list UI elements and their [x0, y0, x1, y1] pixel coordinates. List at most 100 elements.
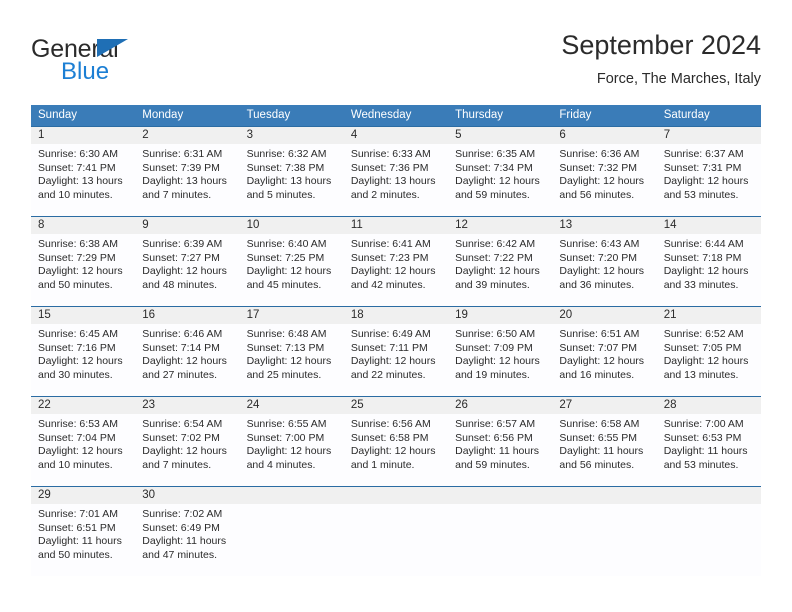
- day-number[interactable]: 13: [552, 217, 656, 234]
- day-cell[interactable]: Sunrise: 6:43 AM Sunset: 7:20 PM Dayligh…: [552, 234, 656, 306]
- day-cell[interactable]: Sunrise: 6:45 AM Sunset: 7:16 PM Dayligh…: [31, 324, 135, 396]
- sunrise-text: Sunrise: 6:58 AM: [559, 418, 640, 430]
- day-cell[interactable]: Sunrise: 6:40 AM Sunset: 7:25 PM Dayligh…: [240, 234, 344, 306]
- weekday-header-row: Sunday Monday Tuesday Wednesday Thursday…: [31, 105, 761, 126]
- day-number[interactable]: 11: [344, 217, 448, 234]
- daylight-text-line2: and 25 minutes.: [246, 368, 322, 381]
- day-cell[interactable]: Sunrise: 6:56 AM Sunset: 6:58 PM Dayligh…: [344, 414, 448, 486]
- day-number[interactable]: 29: [31, 487, 135, 504]
- day-number[interactable]: 2: [135, 127, 239, 144]
- day-number[interactable]: 17: [240, 307, 344, 324]
- day-number[interactable]: 18: [344, 307, 448, 324]
- week-date-band: 22 23 24 25 26 27 28: [31, 397, 761, 414]
- day-number[interactable]: 25: [344, 397, 448, 414]
- day-number[interactable]: 28: [657, 397, 761, 414]
- daylight-text-line2: and 27 minutes.: [142, 368, 217, 381]
- day-cell[interactable]: Sunrise: 6:30 AM Sunset: 7:41 PM Dayligh…: [31, 144, 135, 216]
- calendar-week-row: 29 30 Sunrise: 7:01 AM Sunset: 6:51 PM D…: [31, 486, 761, 576]
- day-cell[interactable]: Sunrise: 6:44 AM Sunset: 7:18 PM Dayligh…: [657, 234, 761, 306]
- day-number[interactable]: 16: [135, 307, 239, 324]
- day-number[interactable]: 4: [344, 127, 448, 144]
- day-cell[interactable]: Sunrise: 6:55 AM Sunset: 7:00 PM Dayligh…: [240, 414, 344, 486]
- day-cell[interactable]: Sunrise: 6:31 AM Sunset: 7:39 PM Dayligh…: [135, 144, 239, 216]
- day-cell[interactable]: Sunrise: 6:58 AM Sunset: 6:55 PM Dayligh…: [552, 414, 656, 486]
- day-cell[interactable]: Sunrise: 6:54 AM Sunset: 7:02 PM Dayligh…: [135, 414, 239, 486]
- daylight-text-line1: Daylight: 12 hours: [38, 265, 123, 278]
- daylight-text-line2: and 59 minutes.: [455, 458, 530, 471]
- logo-triangle-icon: [97, 39, 128, 57]
- daylight-text-line2: and 2 minutes.: [350, 188, 420, 201]
- day-cell[interactable]: Sunrise: 6:57 AM Sunset: 6:56 PM Dayligh…: [448, 414, 552, 486]
- sunset-text: Sunset: 7:23 PM: [350, 251, 429, 264]
- title-block: September 2024 Force, The Marches, Italy: [561, 28, 761, 90]
- day-cell[interactable]: Sunrise: 6:50 AM Sunset: 7:09 PM Dayligh…: [448, 324, 552, 396]
- sunset-text: Sunset: 7:22 PM: [455, 251, 533, 264]
- day-cell[interactable]: Sunrise: 6:38 AM Sunset: 7:29 PM Dayligh…: [31, 234, 135, 306]
- daylight-text-line2: and 19 minutes.: [455, 368, 530, 381]
- daylight-text-line1: Daylight: 12 hours: [38, 355, 123, 368]
- day-cell[interactable]: Sunrise: 6:42 AM Sunset: 7:22 PM Dayligh…: [448, 234, 552, 306]
- day-number[interactable]: 5: [448, 127, 552, 144]
- day-cell[interactable]: Sunrise: 6:37 AM Sunset: 7:31 PM Dayligh…: [657, 144, 761, 216]
- daylight-text-line1: Daylight: 12 hours: [246, 445, 332, 458]
- logo-text-blue: Blue: [61, 58, 110, 85]
- day-number[interactable]: 3: [240, 127, 344, 144]
- day-cell[interactable]: Sunrise: 6:39 AM Sunset: 7:27 PM Dayligh…: [135, 234, 239, 306]
- daylight-text-line2: and 33 minutes.: [663, 278, 739, 291]
- day-cell[interactable]: Sunrise: 6:36 AM Sunset: 7:32 PM Dayligh…: [552, 144, 656, 216]
- day-number[interactable]: 14: [657, 217, 761, 234]
- day-number[interactable]: 19: [448, 307, 552, 324]
- sunrise-text: Sunrise: 6:50 AM: [455, 328, 536, 340]
- day-number[interactable]: 26: [448, 397, 552, 414]
- day-number[interactable]: 23: [135, 397, 239, 414]
- day-cell[interactable]: Sunrise: 6:33 AM Sunset: 7:36 PM Dayligh…: [344, 144, 448, 216]
- sunrise-text: Sunrise: 6:33 AM: [350, 148, 431, 160]
- weekday-header-tuesday: Tuesday: [246, 109, 291, 121]
- calendar-week-row: 8 9 10 11 12 13 14 Sunrise: 6:38 AM Suns…: [31, 216, 761, 306]
- day-number[interactable]: 24: [240, 397, 344, 414]
- daylight-text-line2: and 56 minutes.: [559, 458, 635, 471]
- week-info-band: Sunrise: 6:38 AM Sunset: 7:29 PM Dayligh…: [31, 234, 761, 306]
- day-cell[interactable]: Sunrise: 7:00 AM Sunset: 6:53 PM Dayligh…: [657, 414, 761, 486]
- day-number[interactable]: 6: [552, 127, 656, 144]
- day-number[interactable]: 30: [135, 487, 239, 504]
- day-cell[interactable]: Sunrise: 6:49 AM Sunset: 7:11 PM Dayligh…: [344, 324, 448, 396]
- sunset-text: Sunset: 7:20 PM: [559, 251, 638, 264]
- daylight-text-line1: Daylight: 13 hours: [350, 175, 436, 188]
- daylight-text-line1: Daylight: 12 hours: [142, 265, 227, 278]
- day-number[interactable]: 15: [31, 307, 135, 324]
- day-number[interactable]: 9: [135, 217, 239, 234]
- sunset-text: Sunset: 7:38 PM: [246, 161, 325, 174]
- day-cell[interactable]: Sunrise: 6:48 AM Sunset: 7:13 PM Dayligh…: [240, 324, 344, 396]
- sunset-text: Sunset: 7:34 PM: [455, 161, 533, 174]
- day-cell[interactable]: Sunrise: 6:35 AM Sunset: 7:34 PM Dayligh…: [448, 144, 552, 216]
- day-number[interactable]: 22: [31, 397, 135, 414]
- day-cell[interactable]: Sunrise: 6:32 AM Sunset: 7:38 PM Dayligh…: [240, 144, 344, 216]
- day-number[interactable]: 7: [657, 127, 761, 144]
- sunrise-text: Sunrise: 6:38 AM: [38, 238, 118, 250]
- general-blue-logo[interactable]: General Blue: [31, 36, 221, 94]
- sunrise-text: Sunrise: 6:46 AM: [142, 328, 223, 340]
- day-number-empty: [657, 487, 761, 504]
- sunrise-text: Sunrise: 6:42 AM: [455, 238, 536, 250]
- day-cell[interactable]: Sunrise: 6:53 AM Sunset: 7:04 PM Dayligh…: [31, 414, 135, 486]
- page-header: General Blue September 2024 Force, The M…: [31, 28, 761, 98]
- day-number[interactable]: 20: [552, 307, 656, 324]
- day-cell[interactable]: Sunrise: 6:41 AM Sunset: 7:23 PM Dayligh…: [344, 234, 448, 306]
- day-number[interactable]: 10: [240, 217, 344, 234]
- day-number[interactable]: 12: [448, 217, 552, 234]
- day-number[interactable]: 1: [31, 127, 135, 144]
- sunrise-text: Sunrise: 6:49 AM: [350, 328, 431, 340]
- day-cell[interactable]: Sunrise: 6:52 AM Sunset: 7:05 PM Dayligh…: [657, 324, 761, 396]
- daylight-text-line1: Daylight: 12 hours: [559, 175, 645, 188]
- sunrise-text: Sunrise: 6:53 AM: [38, 418, 118, 430]
- day-cell[interactable]: Sunrise: 7:01 AM Sunset: 6:51 PM Dayligh…: [31, 504, 135, 576]
- day-number[interactable]: 27: [552, 397, 656, 414]
- day-cell[interactable]: Sunrise: 6:51 AM Sunset: 7:07 PM Dayligh…: [552, 324, 656, 396]
- sunset-text: Sunset: 6:49 PM: [142, 521, 220, 534]
- day-cell[interactable]: Sunrise: 6:46 AM Sunset: 7:14 PM Dayligh…: [135, 324, 239, 396]
- day-number[interactable]: 8: [31, 217, 135, 234]
- daylight-text-line2: and 4 minutes.: [246, 458, 316, 471]
- day-number[interactable]: 21: [657, 307, 761, 324]
- day-cell[interactable]: Sunrise: 7:02 AM Sunset: 6:49 PM Dayligh…: [135, 504, 239, 576]
